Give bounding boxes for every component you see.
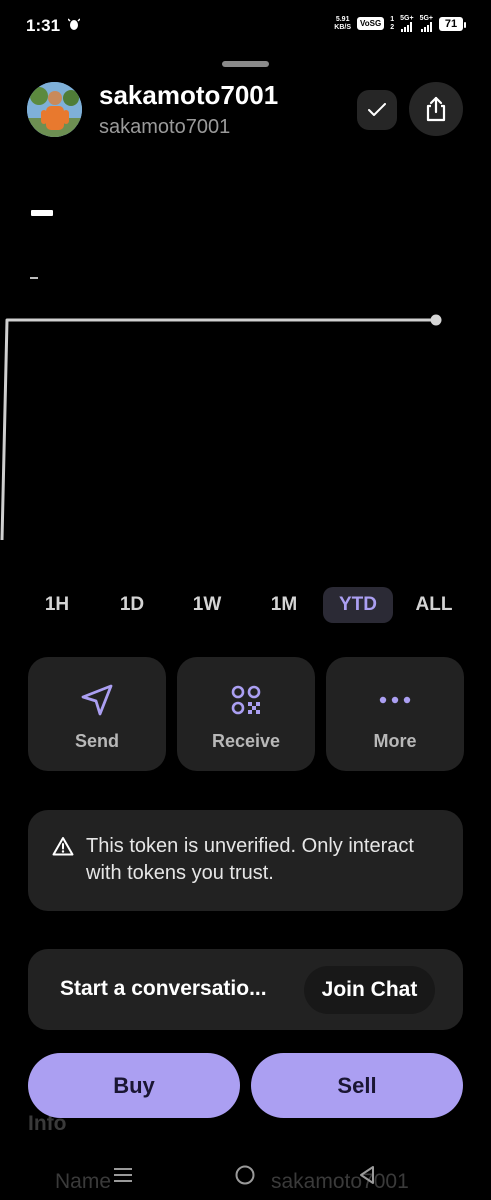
send-icon	[81, 684, 113, 716]
avatar	[27, 82, 82, 137]
sheet-drag-handle[interactable]	[222, 61, 269, 67]
chat-card: Start a conversatio... Join Chat	[28, 949, 463, 1030]
share-icon	[426, 96, 446, 122]
share-button[interactable]	[409, 82, 463, 136]
buy-button[interactable]: Buy	[28, 1053, 240, 1118]
time-range-tab-1w[interactable]: 1W	[178, 587, 236, 623]
warning-text: This token is unverified. Only interact …	[86, 835, 414, 884]
qr-code-icon	[231, 685, 261, 715]
more-label: More	[373, 731, 417, 751]
price-change-placeholder	[30, 277, 38, 279]
profile-name: sakamoto7001	[99, 80, 279, 110]
receive-button[interactable]: Receive	[177, 657, 315, 771]
network-speed: 5.91 KB/S	[334, 16, 351, 32]
time-range-tab-all[interactable]: ALL	[404, 587, 464, 623]
sell-button[interactable]: Sell	[251, 1053, 463, 1118]
sim-slot-2: 2	[390, 23, 395, 31]
volte-badge: VoSG	[357, 17, 385, 30]
send-label: Send	[74, 731, 119, 751]
battery-indicator: 71	[439, 16, 466, 31]
home-button[interactable]	[230, 1162, 260, 1188]
time-range-tab-1d[interactable]: 1D	[104, 587, 160, 623]
recents-button[interactable]	[108, 1162, 138, 1188]
signal-2: 5G+	[420, 15, 433, 32]
price-line	[0, 318, 436, 541]
more-button[interactable]: More	[326, 657, 464, 771]
time-range-tab-1m[interactable]: 1M	[256, 587, 312, 623]
chat-prompt: Start a conversatio...	[60, 977, 267, 1000]
more-dots-icon	[379, 696, 411, 704]
back-triangle-icon	[360, 1166, 374, 1184]
network-speed-unit: KB/S	[334, 23, 352, 31]
price-placeholder	[31, 210, 53, 216]
latest-price-point	[430, 314, 442, 326]
time-range-tab-1h[interactable]: 1H	[30, 587, 84, 623]
status-time: 1:31	[26, 16, 61, 35]
join-chat-button[interactable]: Join Chat	[304, 966, 435, 1014]
back-button[interactable]	[352, 1162, 382, 1188]
signal-bars-icon	[401, 22, 413, 32]
system-navigation-bar	[0, 1150, 491, 1200]
time-range-tab-ytd[interactable]: YTD	[323, 587, 393, 623]
signal-1: 5G+	[400, 15, 414, 32]
menu-icon	[114, 1168, 132, 1182]
notification-icon	[67, 17, 81, 34]
check-icon	[368, 103, 386, 116]
warning-icon	[52, 837, 74, 856]
signal-2-label: 5G+	[419, 15, 433, 22]
status-bar: 1:31 5.91 KB/S VoSG 1 2 5G+ 5G+ 71	[0, 0, 491, 52]
sim-slot-1: 1	[390, 15, 395, 23]
home-circle-icon	[235, 1165, 255, 1185]
profile-handle: sakamoto7001	[99, 116, 231, 138]
sim-slots: 1 2	[390, 16, 394, 32]
time-range-tabs: 1H 1D 1W 1M YTD ALL	[0, 587, 491, 625]
unverified-warning: This token is unverified. Only interact …	[28, 810, 463, 911]
verify-button[interactable]	[357, 90, 397, 130]
receive-label: Receive	[211, 731, 281, 751]
status-icons: 5.91 KB/S VoSG 1 2 5G+ 5G+ 71	[334, 15, 466, 32]
signal-bars-icon	[420, 22, 432, 32]
signal-1-label: 5G+	[400, 15, 414, 22]
network-speed-value: 5.91	[335, 15, 350, 23]
send-button[interactable]: Send	[28, 657, 166, 771]
price-chart[interactable]	[0, 300, 491, 550]
